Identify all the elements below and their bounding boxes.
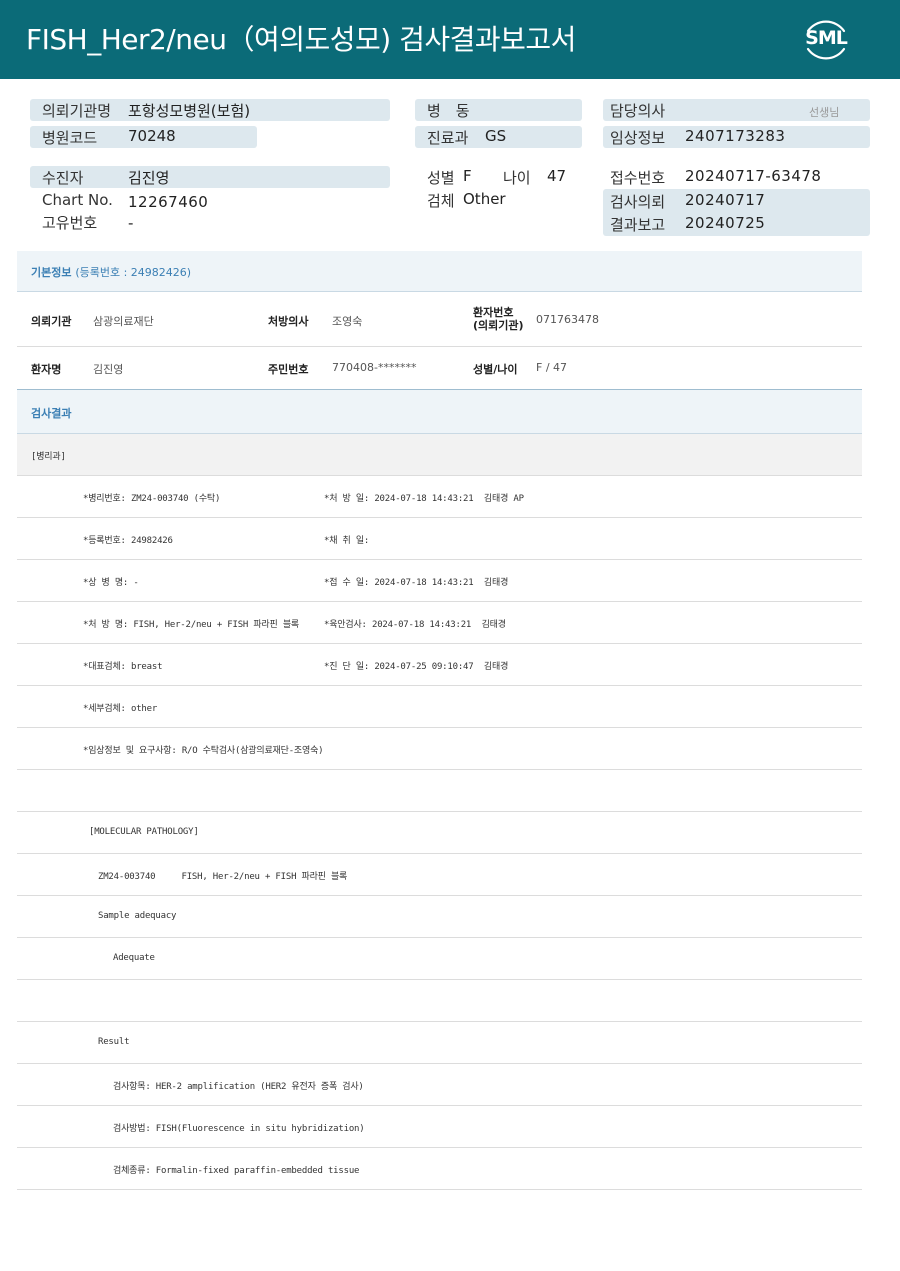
chart-no-label: Chart No. [42, 191, 113, 209]
institution-value: 포항성모병원(보험) [128, 102, 251, 120]
result-right: *육안검사: 2024-07-18 14:43:21 김태경 [324, 620, 506, 630]
chart-no-value: 12267460 [128, 193, 209, 211]
result-right: *채 취 일: [324, 536, 370, 546]
age-value: 47 [547, 167, 567, 185]
result-left: 검체종류: Formalin-fixed paraffin-embedded t… [113, 1166, 360, 1176]
result-row: *세부검체: other [17, 686, 862, 728]
result-left: Adequate [113, 953, 155, 963]
report-header: FISH_Her2/neu（여의도성모) 검사결과보고서 SML [0, 0, 900, 79]
patient-no-key-line2: (의뢰기관) [473, 319, 524, 332]
report-value: 20240725 [685, 214, 766, 232]
result-row: 검체종류: Formalin-fixed paraffin-embedded t… [17, 1148, 862, 1190]
request-value: 20240717 [685, 191, 766, 209]
result-row: Result [17, 1022, 862, 1064]
specimen-label: 검체 [427, 192, 455, 210]
result-left: ZM24-003740 FISH, Her-2/neu + FISH 파라핀 블… [98, 872, 348, 882]
report-label: 결과보고 [610, 216, 666, 234]
resident-no-key: 주민번호 [268, 363, 309, 376]
hospital-code-value: 70248 [128, 127, 176, 145]
results-category-row: [병리과] [17, 434, 862, 476]
result-left: *처 방 명: FISH, Her-2/neu + FISH 파라핀 블록 [83, 620, 299, 630]
result-left: 검사항목: HER-2 amplification (HER2 유전자 증폭 검… [113, 1082, 364, 1092]
basic-info-title: 기본정보 (등록번호 : 24982426) [31, 264, 191, 280]
hospital-code-label: 병원코드 [42, 129, 98, 147]
institution-val: 삼광의료재단 [93, 315, 154, 328]
report-title: FISH_Her2/neu（여의도성모) 검사결과보고서 [26, 23, 576, 56]
patient-value: 김진영 [128, 169, 170, 187]
result-left: *대표검체: breast [83, 662, 163, 672]
prescriber-val: 조영숙 [332, 315, 363, 328]
result-right: *접 수 일: 2024-07-18 14:43:21 김태경 [324, 578, 509, 588]
dept-label: 진료과 [427, 129, 469, 147]
sex-value: F [463, 167, 472, 185]
sml-logo: SML [800, 14, 852, 66]
result-right: *진 단 일: 2024-07-25 09:10:47 김태경 [324, 662, 509, 672]
result-row-empty [17, 770, 862, 812]
clinical-value: 2407173283 [685, 127, 786, 145]
doctor-suffix: 선생님 [809, 106, 840, 119]
result-row: Adequate [17, 938, 862, 980]
result-left: *세부검체: other [83, 704, 158, 714]
patient-no-key-line1: 환자번호 [473, 306, 514, 319]
results-title: 검사결과 [31, 407, 72, 420]
result-row: *병리번호: ZM24-003740 (수탁) *처 방 일: 2024-07-… [17, 476, 862, 518]
institution-label: 의뢰기관명 [42, 102, 112, 120]
age-label: 나이 [503, 169, 531, 187]
basic-info-row-2: 환자명 김진영 주민번호 770408-******* 성별/나이 F / 47 [17, 347, 862, 390]
patient-label: 수진자 [42, 169, 84, 187]
basic-info-reg-no: (등록번호 : 24982426) [75, 266, 192, 279]
receipt-label: 접수번호 [610, 169, 666, 187]
resident-no-val: 770408-******* [332, 361, 417, 374]
patient-name-val: 김진영 [93, 363, 124, 376]
result-left: 검사방법: FISH(Fluorescence in situ hybridiz… [113, 1124, 365, 1134]
results-header: 검사결과 [17, 390, 862, 434]
result-left: Sample adequacy [98, 911, 177, 921]
result-row: 검사방법: FISH(Fluorescence in situ hybridiz… [17, 1106, 862, 1148]
result-row: [MOLECULAR PATHOLOGY] [17, 812, 862, 854]
receipt-value: 20240717-63478 [685, 167, 822, 185]
doctor-label: 담당의사 [610, 102, 666, 120]
logo-text: SML [805, 27, 848, 49]
specimen-value: Other [463, 190, 506, 208]
result-left: [MOLECULAR PATHOLOGY] [89, 827, 199, 837]
prescriber-key: 처방의사 [268, 315, 309, 328]
unique-no-value: - [128, 214, 134, 232]
institution-key: 의뢰기관 [31, 315, 72, 328]
result-row: *등록번호: 24982426 *채 취 일: [17, 518, 862, 560]
result-row: Sample adequacy [17, 896, 862, 938]
result-row: *임상정보 및 요구사항: R/O 수탁검사(삼광의료재단-조영숙) [17, 728, 862, 770]
patient-name-key: 환자명 [31, 363, 62, 376]
result-left: *상 병 명: - [83, 578, 139, 588]
sex-age-key: 성별/나이 [473, 363, 518, 376]
result-row: *상 병 명: - *접 수 일: 2024-07-18 14:43:21 김태… [17, 560, 862, 602]
unique-no-label: 고유번호 [42, 214, 98, 232]
result-left: Result [98, 1037, 130, 1047]
result-row: *처 방 명: FISH, Her-2/neu + FISH 파라핀 블록 *육… [17, 602, 862, 644]
basic-info-row-1: 의뢰기관 삼광의료재단 처방의사 조영숙 환자번호 (의뢰기관) 0717634… [17, 292, 862, 347]
result-row: *대표검체: breast *진 단 일: 2024-07-25 09:10:4… [17, 644, 862, 686]
result-row: 검사항목: HER-2 amplification (HER2 유전자 증폭 검… [17, 1064, 862, 1106]
basic-info-title-text: 기본정보 [31, 266, 72, 279]
patient-pill [30, 166, 390, 188]
sex-age-val: F / 47 [536, 361, 568, 374]
dept-value: GS [485, 127, 507, 145]
request-label: 검사의뢰 [610, 193, 666, 211]
patient-no-key: 환자번호 (의뢰기관) [473, 306, 524, 332]
clinical-label: 임상정보 [610, 129, 666, 147]
result-left: *등록번호: 24982426 [83, 536, 173, 546]
basic-info-header: 기본정보 (등록번호 : 24982426) [17, 251, 862, 292]
results-category: [병리과] [31, 452, 66, 462]
result-left: *병리번호: ZM24-003740 (수탁) [83, 494, 221, 504]
result-row: ZM24-003740 FISH, Her-2/neu + FISH 파라핀 블… [17, 854, 862, 896]
sex-label: 성별 [427, 169, 455, 187]
result-left: *임상정보 및 요구사항: R/O 수탁검사(삼광의료재단-조영숙) [83, 746, 324, 756]
ward-label: 병 동 [427, 102, 470, 120]
patient-no-val: 071763478 [536, 313, 599, 326]
result-right: *처 방 일: 2024-07-18 14:43:21 김태경 AP [324, 494, 524, 504]
result-row-empty [17, 980, 862, 1022]
